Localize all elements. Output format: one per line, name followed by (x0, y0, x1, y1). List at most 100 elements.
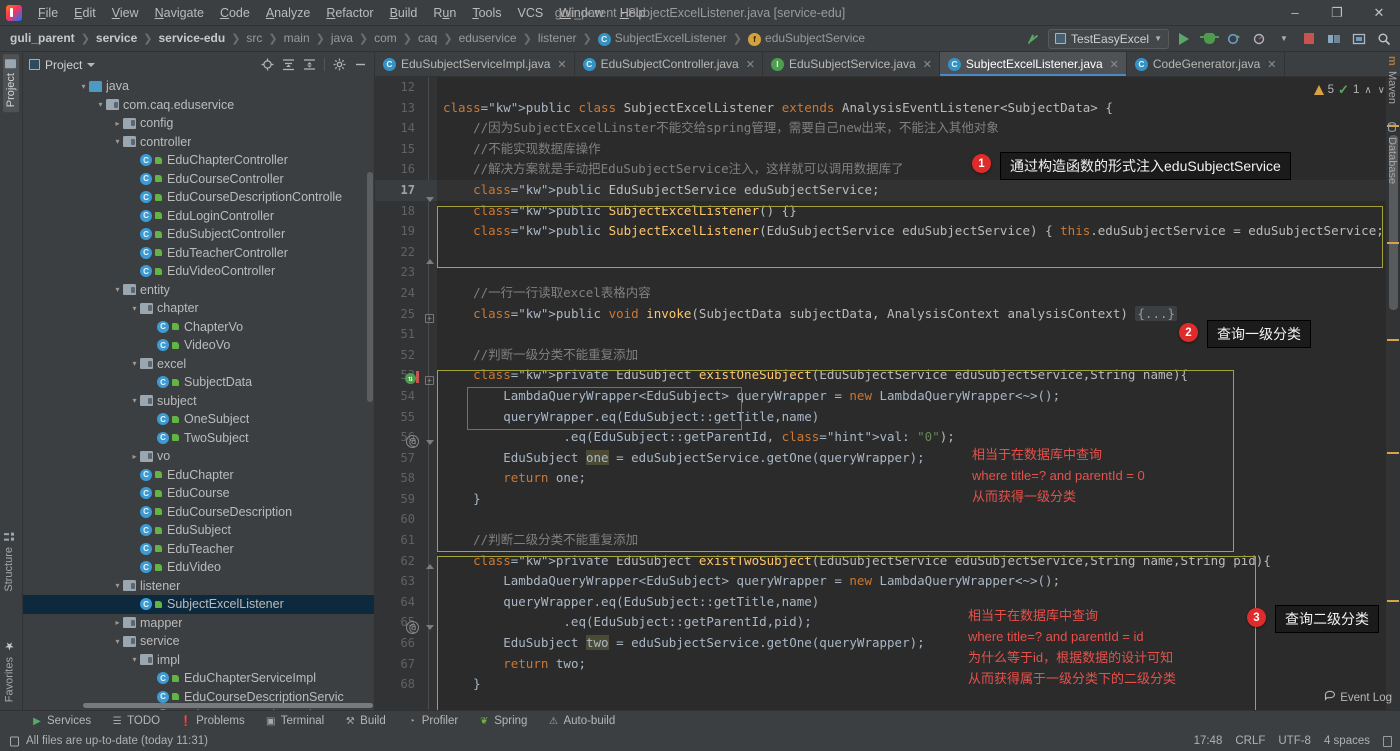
menu-window[interactable]: Window (551, 3, 611, 23)
code-line[interactable]: 54 LambdaQueryWrapper<EduSubject> queryW… (375, 386, 1386, 407)
menu-file[interactable]: File (30, 3, 66, 23)
tree-node[interactable]: CEduChapterServiceImpl (23, 669, 374, 688)
tree-node[interactable]: ▾excel (23, 355, 374, 374)
code-line[interactable]: 59 } (375, 489, 1386, 510)
search-everywhere-icon[interactable] (1374, 29, 1394, 49)
code-line[interactable]: 57 EduSubject one = eduSubjectService.ge… (375, 448, 1386, 469)
editor-tabs[interactable]: CEduSubjectServiceImpl.java✕CEduSubjectC… (375, 52, 1400, 77)
caret-position[interactable]: 17:48 (1194, 735, 1223, 747)
breadcrumb-item-edusubjectservice[interactable]: feduSubjectService (746, 31, 867, 45)
override-annotation-icon[interactable]: @ (406, 435, 419, 448)
run-with-coverage-icon[interactable] (1224, 29, 1244, 49)
code-line[interactable]: 62 class="kw">private EduSubject existTw… (375, 551, 1386, 572)
sidebar-item-project[interactable]: Project (3, 54, 19, 112)
tree-node[interactable]: ▾com.caq.eduservice (23, 96, 374, 115)
code-line[interactable]: 55 queryWrapper.eq(EduSubject::getTitle,… (375, 407, 1386, 428)
run-configuration-selector[interactable]: TestEasyExcel ▼ (1048, 29, 1169, 49)
tree-node[interactable]: ▸mapper (23, 614, 374, 633)
project-structure-icon[interactable] (1324, 29, 1344, 49)
tree-node[interactable]: CEduCourseDescription (23, 503, 374, 522)
code-line[interactable]: 13class="kw">public class SubjectExcelLi… (375, 98, 1386, 119)
chevron-right-icon[interactable]: ▸ (112, 118, 123, 129)
locate-icon[interactable] (258, 55, 277, 74)
tree-node[interactable]: CEduSubjectController (23, 225, 374, 244)
menu-help[interactable]: Help (612, 3, 654, 23)
event-log-button[interactable]: Event Log (1324, 690, 1392, 705)
editor-tab-subjectexcellistener[interactable]: CSubjectExcelListener.java✕ (940, 52, 1127, 76)
inspection-widget[interactable]: 5 ✓ 1 ∧ ∨ (1314, 79, 1386, 101)
menu-tools[interactable]: Tools (464, 3, 509, 23)
tree-node[interactable]: CEduTeacherController (23, 244, 374, 263)
chevron-down-icon[interactable]: ▾ (112, 284, 123, 295)
chevron-down-icon[interactable]: ▾ (95, 99, 106, 110)
expand-all-icon[interactable] (279, 55, 298, 74)
menu-vcs[interactable]: VCS (510, 3, 552, 23)
chevron-down-icon[interactable]: ▾ (129, 303, 140, 314)
collapse-all-icon[interactable] (300, 55, 319, 74)
maximize-button[interactable]: ❐ (1316, 0, 1358, 26)
sidebar-item-structure[interactable]: Structure (3, 532, 15, 592)
tree-node[interactable]: CEduLoginController (23, 207, 374, 226)
breadcrumb-item-subjectexcellistener[interactable]: CSubjectExcelListener (596, 31, 729, 45)
code-line[interactable]: 22 (375, 242, 1386, 263)
minimize-button[interactable]: – (1274, 0, 1316, 26)
tree-node[interactable]: ▾controller (23, 133, 374, 152)
chevron-down-icon[interactable]: ▾ (112, 636, 123, 647)
tree-node[interactable]: CChapterVo (23, 318, 374, 337)
close-tab-icon[interactable]: ✕ (1110, 58, 1119, 71)
stop-icon[interactable] (1299, 29, 1319, 49)
menu-code[interactable]: Code (212, 3, 258, 23)
tree-node[interactable]: CEduVideoController (23, 262, 374, 281)
code-line[interactable]: 60 (375, 509, 1386, 530)
breadcrumb-item-listener[interactable]: listener (536, 31, 579, 45)
menu-refactor[interactable]: Refactor (318, 3, 381, 23)
editor-tab-edusubjectservice[interactable]: IEduSubjectService.java✕ (763, 52, 940, 76)
fold-expand-icon[interactable] (425, 562, 434, 571)
close-tab-icon[interactable]: ✕ (923, 58, 932, 71)
fold-box-icon[interactable]: + (425, 314, 434, 323)
code-line[interactable]: 61 //判断二级分类不能重复添加 (375, 530, 1386, 551)
code-line[interactable]: 17 class="kw">public EduSubjectService e… (375, 180, 1386, 201)
tree-node[interactable]: CEduChapterController (23, 151, 374, 170)
sidebar-item-favorites[interactable]: Favorites ★ (3, 639, 16, 702)
menu-analyze[interactable]: Analyze (258, 3, 318, 23)
line-separator[interactable]: CRLF (1235, 735, 1265, 747)
menu-build[interactable]: Build (382, 3, 426, 23)
code-line[interactable]: 63 LambdaQueryWrapper<EduSubject> queryW… (375, 571, 1386, 592)
breadcrumb-item-eduservice[interactable]: eduservice (457, 31, 519, 45)
tool-window-auto-build[interactable]: ⚠Auto-build (544, 714, 618, 728)
tree-node[interactable]: CEduCourse (23, 484, 374, 503)
menu-run[interactable]: Run (425, 3, 464, 23)
breadcrumb-item-com[interactable]: com (372, 31, 399, 45)
tree-node[interactable]: CEduCourseController (23, 170, 374, 189)
override-annotation-icon[interactable]: @ (406, 621, 419, 634)
fold-collapse-icon[interactable] (425, 623, 434, 632)
chevron-down-icon[interactable]: ▼ (1274, 29, 1294, 49)
code-line[interactable]: 65 .eq(EduSubject::getParentId,pid); (375, 612, 1386, 633)
implements-method-icon[interactable]: ⇅ (405, 373, 416, 384)
code-line[interactable]: 12 (375, 77, 1386, 98)
tree-node[interactable]: CTwoSubject (23, 429, 374, 448)
code-line[interactable]: 53 class="kw">private EduSubject existOn… (375, 365, 1386, 386)
chevron-right-icon[interactable]: ▸ (129, 451, 140, 462)
tree-node[interactable]: CEduChapter (23, 466, 374, 485)
file-encoding[interactable]: UTF-8 (1278, 735, 1311, 747)
close-tab-icon[interactable]: ✕ (557, 58, 566, 71)
tree-node[interactable]: ▾java (23, 77, 374, 96)
debug-icon[interactable] (1199, 29, 1219, 49)
prev-problem-icon[interactable]: ∧ (1363, 85, 1372, 96)
tool-window-build[interactable]: ⚒Build (341, 714, 389, 728)
project-horizontal-scrollbar[interactable] (83, 703, 373, 708)
breadcrumb-item-guli-parent[interactable]: guli_parent (8, 31, 77, 45)
tree-node[interactable]: CEduSubject (23, 521, 374, 540)
chevron-right-icon[interactable]: ▸ (112, 617, 123, 628)
chevron-down-icon[interactable]: ▾ (129, 654, 140, 665)
breadcrumb-item-java[interactable]: java (329, 31, 355, 45)
fold-box-icon[interactable]: + (425, 376, 434, 385)
breadcrumb-item-caq[interactable]: caq (416, 31, 439, 45)
code-line[interactable]: 68 } (375, 674, 1386, 695)
tool-window-todo[interactable]: ☰TODO (108, 714, 163, 728)
tree-node[interactable]: CEduTeacher (23, 540, 374, 559)
menu-edit[interactable]: Edit (66, 3, 104, 23)
code-line[interactable]: 64 queryWrapper.eq(EduSubject::getTitle,… (375, 592, 1386, 613)
